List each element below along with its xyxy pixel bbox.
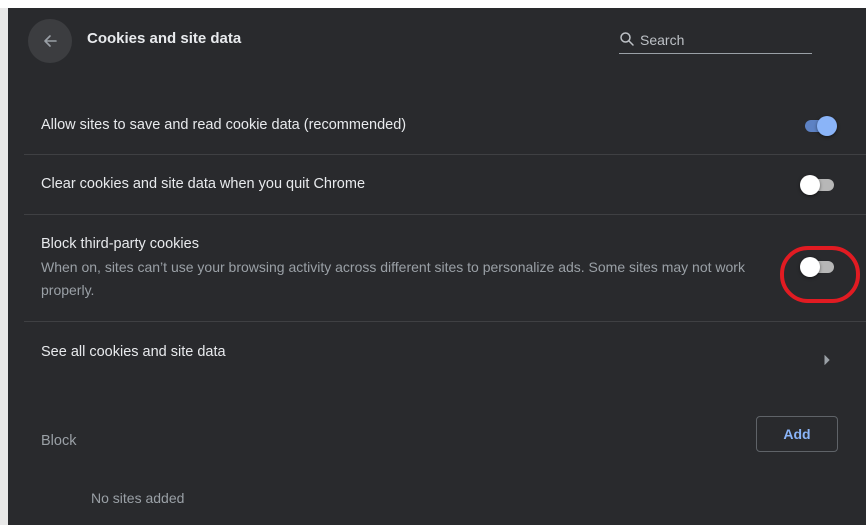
page-title: Cookies and site data — [87, 30, 242, 47]
cookies-settings-page: Cookies and site data Allow sites to sav… — [8, 8, 866, 525]
see-all-label: See all cookies and site data — [41, 344, 226, 360]
add-button[interactable]: Add — [756, 416, 838, 452]
search-icon — [620, 32, 634, 46]
window-edge — [0, 8, 8, 525]
setting-label: Block third-party cookies — [41, 236, 199, 252]
setting-description: When on, sites can’t use your browsing a… — [41, 259, 745, 298]
block-third-party-toggle[interactable] — [800, 257, 836, 277]
toggle-knob — [817, 116, 837, 136]
clear-on-quit-toggle[interactable] — [800, 175, 836, 195]
block-section-label: Block — [41, 433, 77, 449]
page-header: Cookies and site data — [8, 8, 866, 72]
toggle-knob — [800, 257, 820, 277]
setting-row-block-third-party: Block third-party cookies When on, sites… — [8, 215, 866, 321]
setting-label: Allow sites to save and read cookie data… — [41, 117, 407, 133]
allow-cookies-toggle[interactable] — [801, 116, 837, 136]
setting-row-clear-on-quit: Clear cookies and site data when you qui… — [8, 155, 866, 214]
chevron-right-icon — [824, 355, 830, 365]
search-input[interactable] — [640, 30, 808, 50]
back-button[interactable] — [28, 19, 72, 63]
toggle-knob — [800, 175, 820, 195]
empty-list-text: No sites added — [91, 490, 185, 506]
search-box[interactable] — [619, 28, 812, 54]
arrow-back-icon — [44, 35, 57, 47]
see-all-cookies-row[interactable]: See all cookies and site data — [8, 322, 866, 384]
setting-label: Clear cookies and site data when you qui… — [41, 176, 366, 192]
setting-row-allow-cookies: Allow sites to save and read cookie data… — [8, 98, 866, 154]
